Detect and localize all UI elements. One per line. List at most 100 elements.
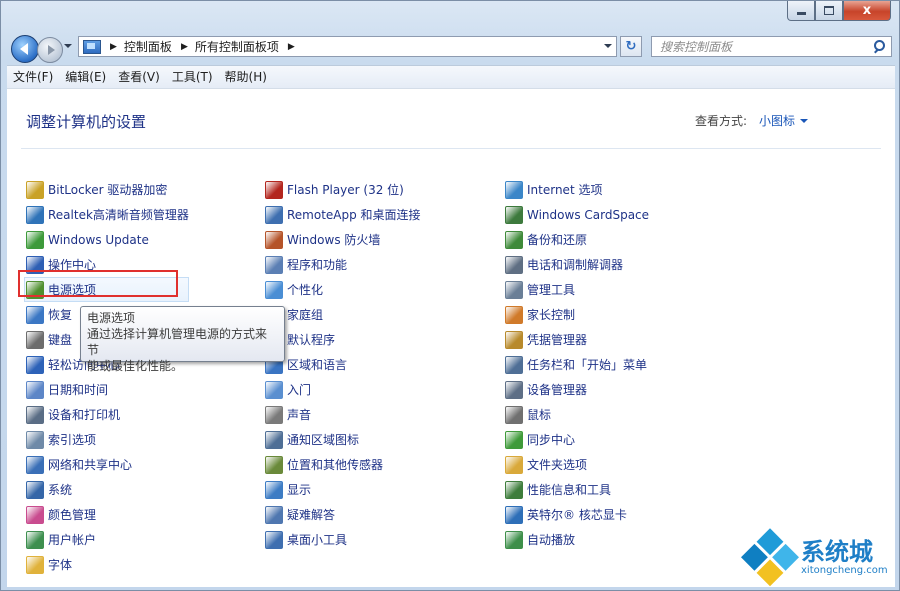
menu-tools[interactable]: 工具(T) [166,66,219,88]
sound-icon [265,405,283,424]
control-panel-item[interactable]: BitLocker 驱动器加密 [26,177,189,202]
control-panel-item[interactable]: 位置和其他传感器 [265,452,421,477]
control-panel-item-label: 区域和语言 [287,358,348,372]
control-panel-item[interactable]: Internet 选项 [505,177,649,202]
menu-help[interactable]: 帮助(H) [219,66,273,88]
display-icon [265,480,283,499]
control-panel-item[interactable]: 默认程序 [265,327,421,352]
control-panel-item[interactable]: 声音 [265,402,421,427]
view-by-dropdown[interactable]: 小图标 [759,112,809,129]
breadcrumb-control-panel[interactable]: 控制面板 [124,38,172,55]
indexing-options-icon [26,430,44,449]
control-panel-item-label: 入门 [287,383,312,397]
control-panel-item[interactable]: Flash Player (32 位) [265,177,421,202]
forward-button[interactable] [37,37,63,63]
breadcrumb-separator-icon[interactable]: ▶ [110,42,117,52]
menu-edit[interactable]: 编辑(E) [59,66,112,88]
control-panel-item[interactable]: 备份和还原 [505,227,649,252]
search-box[interactable] [651,36,892,57]
search-icon[interactable] [871,39,887,55]
folder-options-icon [505,455,523,474]
minimize-button[interactable] [787,1,815,21]
desktop-gadgets-icon [265,530,283,549]
control-panel-item-label: 凭据管理器 [527,333,588,347]
control-panel-item[interactable]: Realtek高清晰音频管理器 [26,202,189,227]
watermark-brand: 系统城 [801,538,873,566]
control-panel-item-label: RemoteApp 和桌面连接 [287,208,421,222]
control-panel-item[interactable]: 管理工具 [505,277,649,302]
control-panel-item[interactable]: 颜色管理 [26,502,189,527]
address-history-dropdown[interactable] [604,44,612,48]
control-panel-item[interactable]: 家庭组 [265,302,421,327]
control-panel-item-label: 通知区域图标 [287,433,360,447]
control-panel-item-label: Realtek高清晰音频管理器 [48,208,189,222]
control-panel-item[interactable]: 设备管理器 [505,377,649,402]
back-button[interactable] [11,35,39,63]
control-panel-item-label: 显示 [287,483,312,497]
control-panel-item-label: 桌面小工具 [287,533,348,547]
control-panel-item[interactable]: 字体 [26,552,189,577]
notification-area-icon [265,430,283,449]
control-panel-item[interactable]: 区域和语言 [265,352,421,377]
menu-file[interactable]: 文件(F) [7,66,59,88]
personalization-icon [265,280,283,299]
recent-pages-dropdown[interactable] [64,44,72,48]
control-panel-item[interactable]: 电源选项 [24,277,189,302]
recovery-icon [26,305,44,324]
control-panel-item[interactable]: 通知区域图标 [265,427,421,452]
control-panel-item[interactable]: 系统 [26,477,189,502]
control-panel-item-label: 键盘 [48,333,73,347]
breadcrumb-separator-icon[interactable]: ▶ [288,42,295,52]
control-panel-item[interactable]: 桌面小工具 [265,527,421,552]
close-button[interactable]: x [843,1,891,21]
control-panel-item[interactable]: 电话和调制解调器 [505,252,649,277]
control-panel-item[interactable]: 显示 [265,477,421,502]
watermark-domain: xitongcheng.com [801,565,888,576]
forward-arrow-icon [48,45,55,55]
control-panel-item[interactable]: Windows 防火墙 [265,227,421,252]
search-input[interactable] [652,38,871,55]
control-panel-item[interactable]: 索引选项 [26,427,189,452]
control-panel-item[interactable]: 疑难解答 [265,502,421,527]
control-panel-item-label: 电源选项 [48,283,97,297]
maximize-button[interactable] [815,1,843,21]
control-panel-item[interactable]: 日期和时间 [26,377,189,402]
control-panel-item[interactable]: 英特尔® 核芯显卡 [505,502,649,527]
breadcrumb-separator-icon[interactable]: ▶ [181,42,188,52]
control-panel-item[interactable]: Windows CardSpace [505,202,649,227]
maximize-icon [824,6,834,15]
control-panel-item[interactable]: 文件夹选项 [505,452,649,477]
items-column-1: BitLocker 驱动器加密 Realtek高清晰音频管理器 Windows Up… [24,177,189,577]
control-panel-item[interactable]: Windows Update [26,227,189,252]
control-panel-item[interactable]: 入门 [265,377,421,402]
menu-view[interactable]: 查看(V) [112,66,166,88]
control-panel-item-label: 设备管理器 [527,383,588,397]
control-panel-item-label: 任务栏和「开始」菜单 [527,358,648,372]
refresh-button[interactable]: ↻ [620,36,642,57]
control-panel-item[interactable]: 操作中心 [26,252,189,277]
control-panel-item[interactable]: 自动播放 [505,527,649,552]
control-panel-item[interactable]: 凭据管理器 [505,327,649,352]
control-panel-item-label: 文件夹选项 [527,458,588,472]
control-panel-item[interactable]: 设备和打印机 [26,402,189,427]
control-panel-item[interactable]: 网络和共享中心 [26,452,189,477]
color-management-icon [26,505,44,524]
control-panel-item[interactable]: 用户帐户 [26,527,189,552]
control-panel-item[interactable]: 家长控制 [505,302,649,327]
breadcrumb-all-items[interactable]: 所有控制面板项 [195,38,279,55]
devices-printers-icon [26,405,44,424]
flash-player-icon [265,180,283,199]
control-panel-item[interactable]: 性能信息和工具 [505,477,649,502]
control-panel-item[interactable]: 程序和功能 [265,252,421,277]
control-panel-item[interactable]: 任务栏和「开始」菜单 [505,352,649,377]
control-panel-item[interactable]: 鼠标 [505,402,649,427]
admin-tools-icon [505,280,523,299]
items-column-2: Flash Player (32 位) RemoteApp 和桌面连接 Window… [265,177,421,552]
performance-tools-icon [505,480,523,499]
control-panel-item[interactable]: 个性化 [265,277,421,302]
address-bar[interactable]: ▶ 控制面板 ▶ 所有控制面板项 ▶ [78,36,617,57]
control-panel-item[interactable]: RemoteApp 和桌面连接 [265,202,421,227]
view-by-value[interactable]: 小图标 [759,112,795,129]
tooltip-line-2: 能或最佳化性能。 [87,359,184,373]
control-panel-item[interactable]: 同步中心 [505,427,649,452]
